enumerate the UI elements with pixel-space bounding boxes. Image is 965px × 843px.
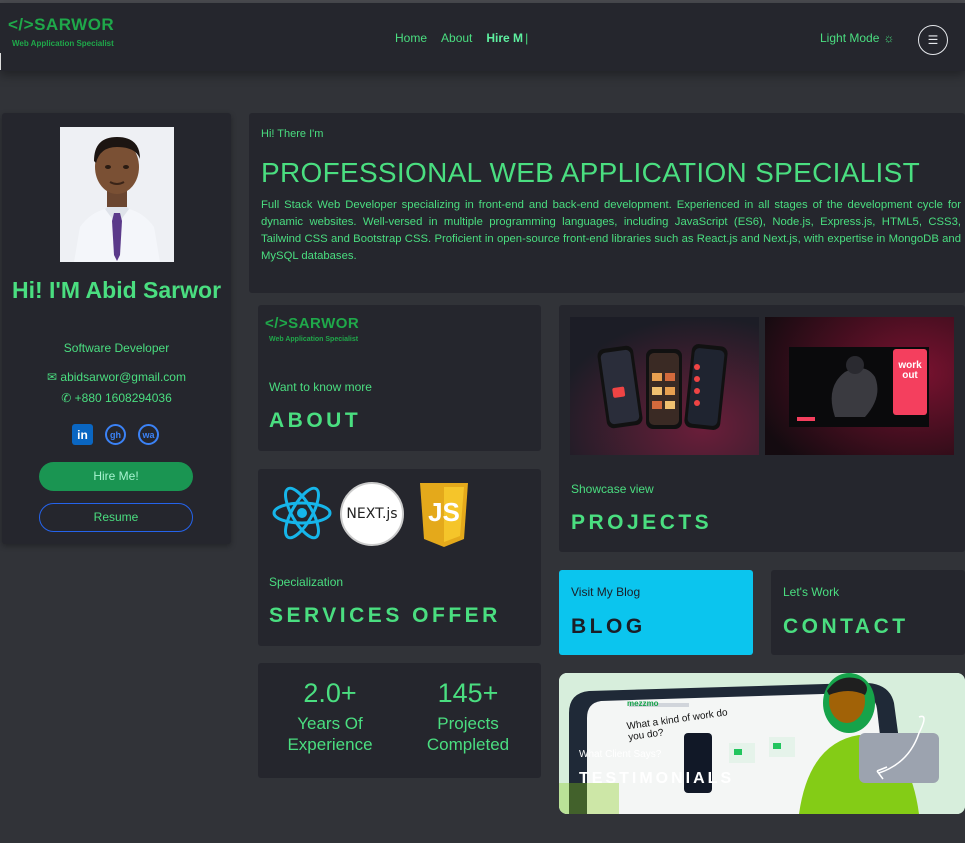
testimonials-title: TESTIMONIALS — [579, 770, 735, 787]
services-card[interactable]: NEXT.js JS Specialization SERVICES OFFER — [258, 469, 541, 646]
light-mode-toggle[interactable]: Light Mode ☼ — [820, 31, 894, 45]
profile-card: Hi! I'M Abid Sarwor Software Developer ✉… — [2, 113, 231, 544]
hire-me-button[interactable]: Hire Me! — [39, 462, 193, 491]
services-subtitle: Specialization — [269, 575, 344, 589]
about-title: ABOUT — [269, 409, 362, 432]
hero-title: PROFESSIONAL WEB APPLICATION SPECIALIST — [261, 157, 920, 188]
stat-value: 2.0+ — [303, 678, 357, 708]
about-card[interactable]: </>SARWOR Web Application Specialist Wan… — [258, 305, 541, 451]
stat-label: Projects Completed — [426, 714, 510, 754]
blog-card[interactable]: Visit My Blog BLOG — [559, 570, 753, 655]
stat-label: Years Of Experience — [287, 714, 373, 754]
workout-label: work out — [898, 360, 922, 381]
about-subtitle: Want to know more — [269, 380, 372, 394]
email-text: abidsarwor@gmail.com — [60, 370, 186, 384]
profile-name: Hi! I'M Abid Sarwor — [11, 277, 222, 303]
react-icon — [271, 484, 333, 547]
nav-hire-label: Hire M — [486, 31, 524, 45]
nextjs-icon: NEXT.js — [340, 482, 404, 546]
stat-experience: 2.0+ Years Of Experience — [270, 678, 390, 755]
mock-brand: mezzmo — [627, 699, 659, 708]
menu-button[interactable]: ☰ — [918, 25, 948, 55]
mode-toggle-label: Light Mode — [820, 31, 880, 45]
hero-description: Full Stack Web Developer specializing in… — [261, 199, 961, 262]
nav-home-link[interactable]: Home — [395, 31, 427, 45]
hamburger-icon: ☰ — [927, 33, 939, 47]
testimonials-subtitle: What Client Says? — [579, 749, 662, 760]
nextjs-logo-text: NEXT.js — [346, 506, 398, 522]
profile-photo — [60, 127, 174, 262]
logo-text: </>SARWOR — [8, 15, 115, 34]
social-links: in gh wa — [72, 424, 159, 445]
navbar: </>SARWOR Web Application Specialist Hom… — [0, 3, 965, 71]
nav-hire-link[interactable]: Hire M | — [486, 31, 528, 45]
phone-icon: ✆ — [61, 391, 72, 405]
sun-icon: ☼ — [883, 31, 895, 45]
whatsapp-icon[interactable]: wa — [138, 424, 159, 445]
email-row[interactable]: ✉ abidsarwor@gmail.com — [2, 370, 231, 384]
hero-greeting: Hi! There I'm — [261, 128, 324, 140]
mail-icon: ✉ — [47, 370, 58, 384]
contact-title: CONTACT — [783, 615, 909, 638]
js-logo-text: JS — [428, 497, 460, 527]
testimonials-card[interactable]: mezzmo What a kind of work do you do? Wh… — [559, 673, 965, 814]
projects-title: PROJECTS — [571, 511, 713, 534]
contact-subtitle: Let's Work — [783, 585, 840, 599]
typing-cursor: | — [525, 31, 529, 45]
javascript-icon: JS — [418, 483, 470, 547]
about-logo: </>SARWOR Web Application Specialist — [265, 315, 359, 343]
blog-title: BLOG — [571, 615, 646, 638]
hero-card: Hi! There I'm PROFESSIONAL WEB APPLICATI… — [249, 113, 965, 293]
project-screenshot-workout[interactable]: work out — [765, 317, 954, 455]
linkedin-icon[interactable]: in — [72, 424, 93, 445]
github-icon[interactable]: gh — [105, 424, 126, 445]
project-screenshot-food-app[interactable] — [570, 317, 759, 455]
site-logo[interactable]: </>SARWOR Web Application Specialist — [8, 15, 114, 48]
blog-subtitle: Visit My Blog — [571, 585, 641, 599]
stat-value: 145+ — [437, 678, 499, 708]
contact-card[interactable]: Let's Work CONTACT — [771, 570, 965, 655]
stat-projects: 145+ Projects Completed — [408, 678, 528, 755]
about-logo-subtitle: Web Application Specialist — [269, 336, 359, 343]
phone-text: +880 1608294036 — [74, 391, 172, 405]
resume-button[interactable]: Resume — [39, 503, 193, 532]
stats-card: 2.0+ Years Of Experience 145+ Projects C… — [258, 663, 541, 778]
about-logo-text: </>SARWOR — [265, 315, 360, 332]
nav-about-link[interactable]: About — [441, 31, 472, 45]
projects-subtitle: Showcase view — [571, 482, 654, 496]
projects-card[interactable]: work out Showcase view PROJECTS — [559, 305, 965, 552]
services-title: SERVICES OFFER — [269, 604, 501, 627]
logo-subtitle: Web Application Specialist — [12, 39, 114, 48]
text-caret — [0, 53, 1, 70]
nav-links: Home About Hire M | — [395, 31, 528, 45]
profile-role: Software Developer — [63, 341, 170, 355]
phone-row[interactable]: ✆ +880 1608294036 — [2, 391, 231, 405]
